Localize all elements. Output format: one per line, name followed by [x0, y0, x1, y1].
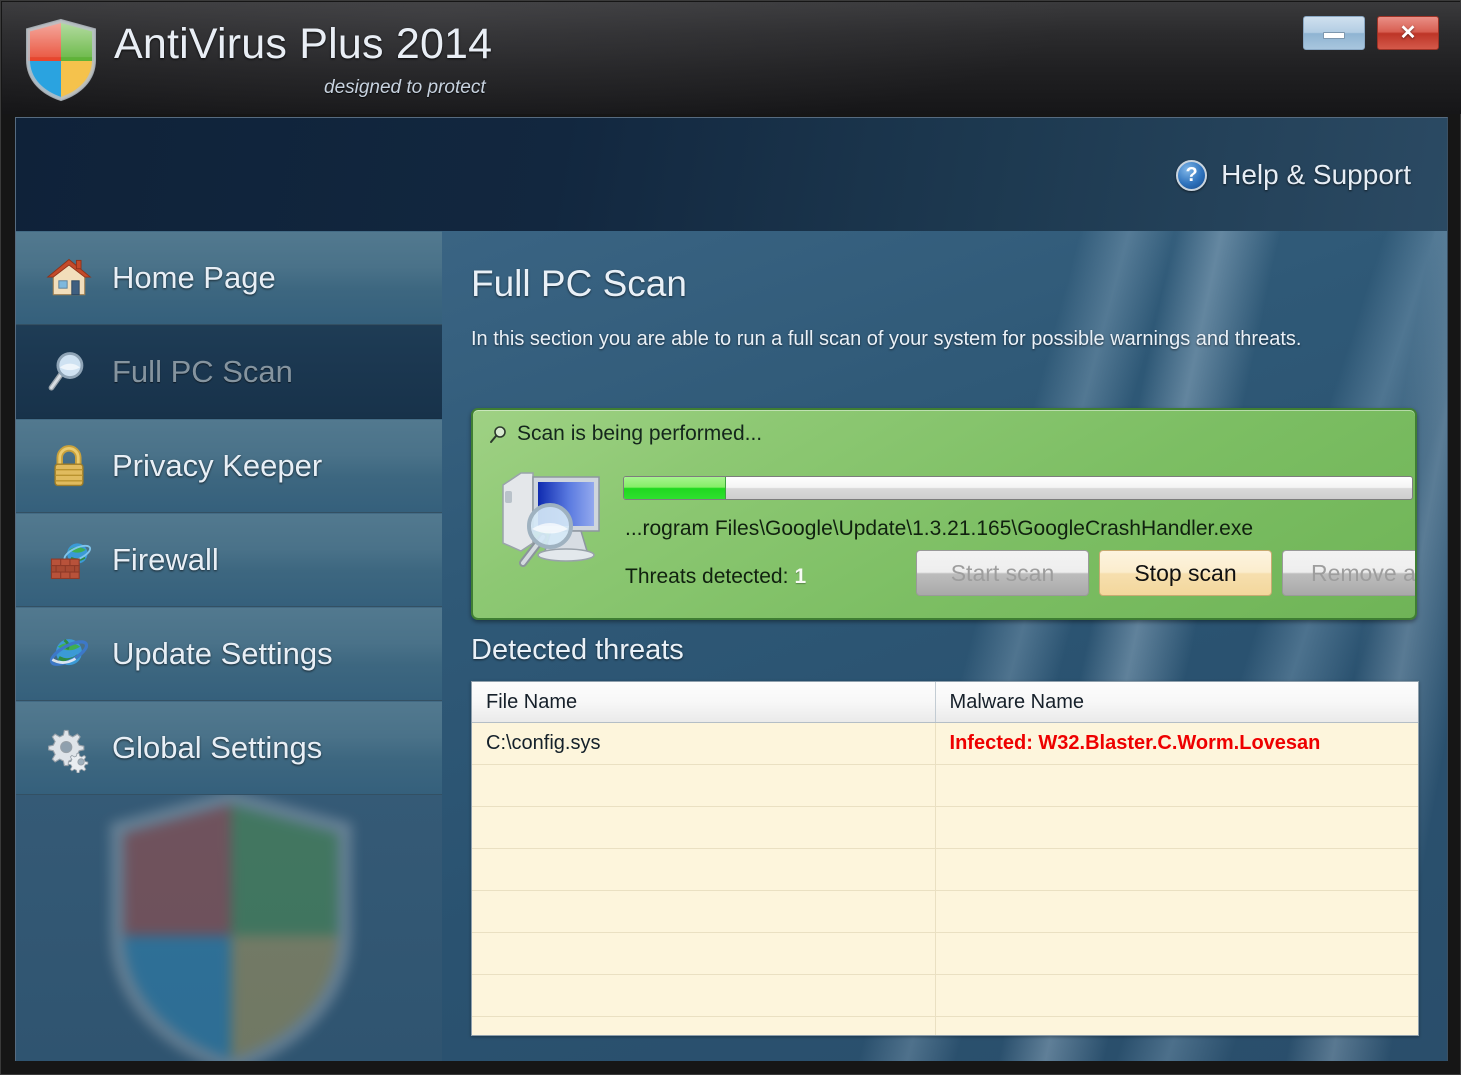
current-scan-file: ...rogram Files\Google\Update\1.3.21.165… [625, 517, 1253, 541]
column-header-file-name: File Name [472, 682, 936, 722]
remove-all-button[interactable]: Remove all [1282, 550, 1417, 596]
app-tagline: designed to protect [324, 77, 486, 99]
window-controls: ✕ [1303, 16, 1439, 50]
cell-file-name [472, 1017, 936, 1036]
sidebar-item-home-page[interactable]: Home Page [16, 231, 442, 325]
sidebar-item-label: Home Page [112, 260, 276, 296]
scan-action-buttons: Start scan Stop scan Remove all [916, 550, 1417, 596]
sidebar-item-label: Full PC Scan [112, 354, 293, 390]
globe-orbit-icon [42, 627, 96, 681]
stop-scan-button[interactable]: Stop scan [1099, 550, 1272, 596]
top-toolbar: ? Help & Support [15, 117, 1448, 231]
sidebar-item-global-settings[interactable]: Global Settings [16, 701, 442, 795]
threats-detected-row: Threats detected: 1 [625, 565, 806, 589]
cell-malware-name [936, 891, 1418, 932]
cell-file-name [472, 933, 936, 974]
table-row[interactable] [472, 975, 1418, 1017]
cell-file-name [472, 807, 936, 848]
close-button[interactable]: ✕ [1377, 16, 1439, 50]
question-mark-icon: ? [1176, 160, 1207, 191]
scan-progress-fill [624, 477, 726, 499]
title-bar: AntiVirus Plus 2014 designed to protect … [2, 2, 1461, 114]
table-row[interactable] [472, 807, 1418, 849]
sidebar-navigation: Home Page Full PC Scan [15, 231, 442, 1061]
cell-malware-name [936, 933, 1418, 974]
cell-file-name [472, 975, 936, 1016]
cell-malware-name [936, 807, 1418, 848]
gears-icon [42, 721, 96, 775]
app-title: AntiVirus Plus 2014 [114, 20, 492, 69]
shield-watermark-icon [76, 787, 386, 1061]
application-window: AntiVirus Plus 2014 designed to protect … [0, 0, 1461, 1075]
cell-file-name [472, 765, 936, 806]
table-row[interactable] [472, 891, 1418, 933]
magnifier-icon [42, 345, 96, 399]
table-row[interactable]: C:\config.sysInfected: W32.Blaster.C.Wor… [472, 723, 1418, 765]
sidebar-item-label: Firewall [112, 542, 219, 578]
page-description: In this section you are able to run a fu… [471, 325, 1416, 354]
sidebar-item-label: Global Settings [112, 730, 322, 766]
detected-threats-title: Detected threats [471, 634, 684, 667]
help-and-support-label: Help & Support [1221, 159, 1411, 191]
sidebar-item-full-pc-scan[interactable]: Full PC Scan [16, 325, 442, 419]
table-row[interactable] [472, 765, 1418, 807]
cell-malware-name [936, 849, 1418, 890]
house-icon [42, 251, 96, 305]
threats-detected-count: 1 [794, 565, 806, 588]
scan-status-text: Scan is being performed... [517, 422, 762, 446]
cell-file-name [472, 849, 936, 890]
start-scan-button[interactable]: Start scan [916, 550, 1089, 596]
detected-threats-table: File Name Malware Name C:\config.sysInfe… [471, 681, 1419, 1036]
sidebar-item-label: Update Settings [112, 636, 333, 672]
magnifier-icon [489, 425, 508, 444]
cell-malware-name [936, 1017, 1418, 1036]
table-header-row: File Name Malware Name [472, 682, 1418, 723]
minimize-icon [1323, 32, 1345, 39]
cell-malware-name [936, 765, 1418, 806]
column-header-malware-name: Malware Name [936, 682, 1418, 722]
table-row[interactable] [472, 1017, 1418, 1036]
main-content-panel: Full PC Scan In this section you are abl… [442, 231, 1448, 1061]
sidebar-item-privacy-keeper[interactable]: Privacy Keeper [16, 419, 442, 513]
brick-wall-icon [42, 533, 96, 587]
sidebar-item-update-settings[interactable]: Update Settings [16, 607, 442, 701]
scan-progress-bar [623, 476, 1413, 500]
scan-status-panel: Scan is being performed... [471, 408, 1417, 620]
shield-logo-icon [24, 18, 98, 102]
table-row[interactable] [472, 849, 1418, 891]
threats-detected-label: Threats detected: [625, 565, 788, 588]
computer-scan-icon [499, 465, 611, 570]
cell-malware-name: Infected: W32.Blaster.C.Worm.Lovesan [936, 723, 1418, 764]
close-icon: ✕ [1400, 23, 1417, 43]
minimize-button[interactable] [1303, 16, 1365, 50]
sidebar-item-label: Privacy Keeper [112, 448, 322, 484]
cell-file-name [472, 891, 936, 932]
table-body: C:\config.sysInfected: W32.Blaster.C.Wor… [472, 723, 1418, 1036]
cell-malware-name [936, 975, 1418, 1016]
sidebar-item-firewall[interactable]: Firewall [16, 513, 442, 607]
padlock-icon [42, 439, 96, 493]
scan-status-row: Scan is being performed... [489, 422, 762, 446]
help-and-support-link[interactable]: ? Help & Support [1176, 159, 1411, 191]
page-title: Full PC Scan [471, 263, 687, 305]
table-row[interactable] [472, 933, 1418, 975]
cell-file-name: C:\config.sys [472, 723, 936, 764]
